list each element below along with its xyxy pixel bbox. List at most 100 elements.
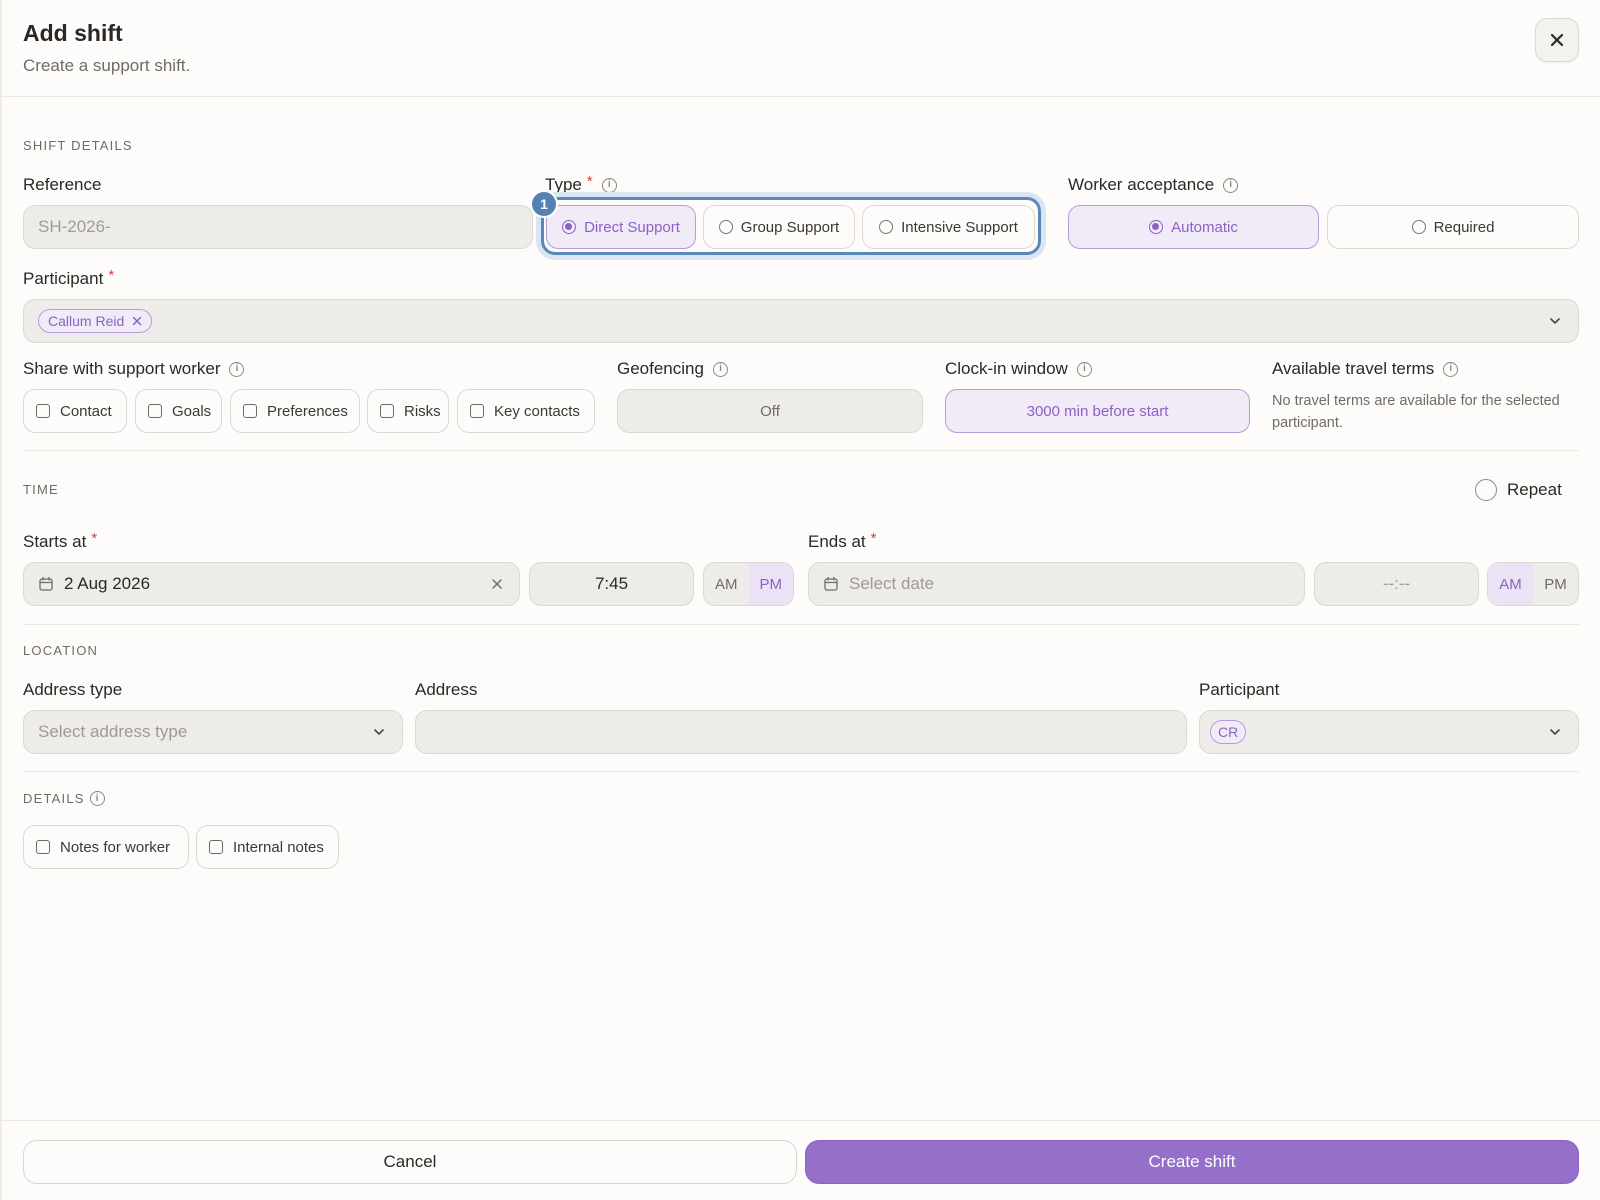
share-with-support-worker-label: Share with support worker i xyxy=(23,359,245,379)
share-goals-checkbox[interactable]: Goals xyxy=(135,389,222,433)
ends-at-am-option[interactable]: AM xyxy=(1488,563,1533,605)
checkbox-icon xyxy=(470,404,484,418)
radio-icon xyxy=(718,220,733,234)
info-icon[interactable]: i xyxy=(1076,361,1092,377)
chevron-down-icon xyxy=(374,729,384,735)
repeat-radio-icon xyxy=(1475,479,1497,501)
ends-at-date-placeholder: Select date xyxy=(849,574,935,593)
share-preferences-checkbox[interactable]: Preferences xyxy=(230,389,360,433)
section-label-details: DETAILS xyxy=(23,791,85,806)
section-label-time: TIME xyxy=(23,482,59,497)
starts-at-time-input[interactable]: 7:45 xyxy=(529,562,694,606)
type-option-label: Group Support xyxy=(740,218,840,236)
reference-input[interactable]: SH-2026- xyxy=(23,205,533,249)
remove-token-icon[interactable] xyxy=(132,316,142,326)
create-shift-button[interactable]: Create shift xyxy=(805,1140,1579,1184)
share-risks-checkbox[interactable]: Risks xyxy=(367,389,449,433)
geofencing-toggle[interactable]: Off xyxy=(617,389,923,433)
location-participant-select[interactable]: CR xyxy=(1199,710,1579,754)
reference-value: SH-2026- xyxy=(38,217,111,236)
starts-at-ampm-toggle[interactable]: AM PM xyxy=(703,562,794,606)
type-option-label: Intensive Support xyxy=(901,218,1018,236)
ends-at-date-input[interactable]: Select date xyxy=(808,562,1305,606)
type-label: Type * i xyxy=(545,173,617,195)
info-icon[interactable]: i xyxy=(229,361,245,377)
address-type-select[interactable]: Select address type xyxy=(23,710,403,754)
location-participant-label-text: Participant xyxy=(1199,680,1280,699)
radio-selected-icon xyxy=(562,220,577,234)
dialog-title: Add shift xyxy=(23,20,123,46)
worker-acceptance-required[interactable]: Required xyxy=(1327,205,1579,249)
location-participant-label: Participant xyxy=(1199,680,1279,700)
calendar-icon xyxy=(39,576,53,591)
checkbox-label: Notes for worker xyxy=(60,838,171,856)
checkbox-icon xyxy=(36,404,50,418)
required-marker: * xyxy=(108,266,115,284)
checkbox-icon xyxy=(148,404,162,418)
section-divider xyxy=(23,771,1579,772)
internal-notes-checkbox[interactable]: Internal notes xyxy=(196,825,339,869)
clear-date-icon[interactable] xyxy=(491,578,503,590)
info-icon[interactable]: i xyxy=(1223,177,1239,193)
section-divider xyxy=(23,624,1579,625)
worker-acceptance-option-label: Required xyxy=(1433,218,1495,236)
radio-selected-icon xyxy=(1149,220,1164,234)
details-section-header: DETAILS i xyxy=(23,791,105,806)
address-label: Address xyxy=(415,680,477,700)
starts-at-pm-option[interactable]: PM xyxy=(748,563,793,605)
address-label-text: Address xyxy=(415,680,478,699)
clock-in-window-select[interactable]: 3000 min before start xyxy=(945,389,1250,433)
checkbox-icon xyxy=(380,404,394,418)
participant-token: Callum Reid xyxy=(38,309,153,333)
info-icon[interactable]: i xyxy=(712,361,728,377)
checkbox-label: Risks xyxy=(404,402,441,420)
participant-initials: CR xyxy=(1218,724,1239,740)
participant-initials-token: CR xyxy=(1210,720,1247,744)
starts-at-time-value: 7:45 xyxy=(594,574,629,593)
travel-terms-message: No travel terms are available for the se… xyxy=(1272,393,1560,431)
share-contact-checkbox[interactable]: Contact xyxy=(23,389,127,433)
checkbox-label: Goals xyxy=(172,402,212,420)
info-icon[interactable]: i xyxy=(1443,361,1459,377)
travel-terms-label-text: Available travel terms xyxy=(1272,359,1435,378)
ends-at-ampm-toggle[interactable]: AM PM xyxy=(1487,562,1579,606)
repeat-toggle[interactable]: Repeat xyxy=(1475,479,1562,501)
reference-label-text: Reference xyxy=(23,175,102,194)
cancel-button[interactable]: Cancel xyxy=(23,1140,797,1184)
share-key-contacts-checkbox[interactable]: Key contacts xyxy=(457,389,595,433)
ends-at-pm-option[interactable]: PM xyxy=(1533,563,1578,605)
section-label-shift-details: SHIFT DETAILS xyxy=(23,138,133,153)
geofencing-value: Off xyxy=(760,402,780,420)
participant-select[interactable]: Callum Reid xyxy=(23,299,1579,343)
ends-at-time-input[interactable]: --:-- xyxy=(1314,562,1479,606)
notes-for-worker-checkbox[interactable]: Notes for worker xyxy=(23,825,189,869)
radio-icon xyxy=(1411,220,1426,234)
geofencing-label: Geofencing i xyxy=(617,359,728,379)
type-option-group-support[interactable]: Group Support xyxy=(703,205,855,249)
checkbox-label: Contact xyxy=(60,402,112,420)
participant-label-text: Participant xyxy=(23,269,104,288)
ends-at-time-placeholder: --:-- xyxy=(1382,574,1411,593)
type-option-intensive-support[interactable]: Intensive Support xyxy=(862,205,1035,249)
type-option-label: Direct Support xyxy=(584,218,680,236)
starts-at-date-value: 2 Aug 2026 xyxy=(64,574,151,593)
starts-at-label: Starts at * xyxy=(23,529,98,552)
dialog-subtitle: Create a support shift. xyxy=(23,56,191,75)
worker-acceptance-automatic[interactable]: Automatic xyxy=(1068,205,1319,249)
checkbox-icon xyxy=(36,840,50,854)
starts-at-am-option[interactable]: AM xyxy=(704,563,749,605)
checkbox-label: Key contacts xyxy=(494,402,580,420)
available-travel-terms-label: Available travel terms i xyxy=(1272,359,1459,379)
address-input[interactable] xyxy=(415,710,1187,754)
info-icon[interactable]: i xyxy=(89,791,105,806)
worker-acceptance-label: Worker acceptance i xyxy=(1068,175,1239,195)
info-icon[interactable]: i xyxy=(601,177,617,193)
reference-label: Reference xyxy=(23,175,101,195)
close-button[interactable] xyxy=(1535,18,1579,62)
header-divider xyxy=(0,96,1600,97)
starts-at-date-input[interactable]: 2 Aug 2026 xyxy=(23,562,520,606)
type-option-direct-support[interactable]: Direct Support xyxy=(546,205,696,249)
required-marker: * xyxy=(91,529,98,547)
checkbox-label: Internal notes xyxy=(233,838,324,856)
checkbox-icon xyxy=(209,840,223,854)
